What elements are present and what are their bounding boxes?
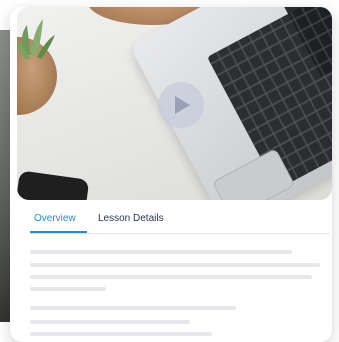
- placeholder-line: [30, 275, 312, 279]
- succulent-image: [17, 19, 55, 59]
- play-button[interactable]: [158, 82, 204, 128]
- placeholder-line: [30, 332, 212, 336]
- page: Overview Lesson Details: [0, 0, 339, 342]
- active-tab-indicator: [30, 231, 87, 233]
- play-icon: [175, 96, 190, 114]
- placeholder-line: [30, 320, 190, 324]
- placeholder-line: [30, 306, 236, 310]
- lesson-card: Overview Lesson Details: [10, 7, 332, 342]
- tab-overview[interactable]: Overview: [34, 213, 76, 225]
- placeholder-line: [30, 287, 106, 291]
- tab-bar: Overview Lesson Details: [30, 207, 330, 234]
- tab-lesson-details[interactable]: Lesson Details: [98, 213, 164, 225]
- video-thumbnail[interactable]: [17, 7, 332, 200]
- placeholder-line: [30, 263, 320, 267]
- phone-image: [17, 170, 90, 200]
- placeholder-line: [30, 250, 292, 254]
